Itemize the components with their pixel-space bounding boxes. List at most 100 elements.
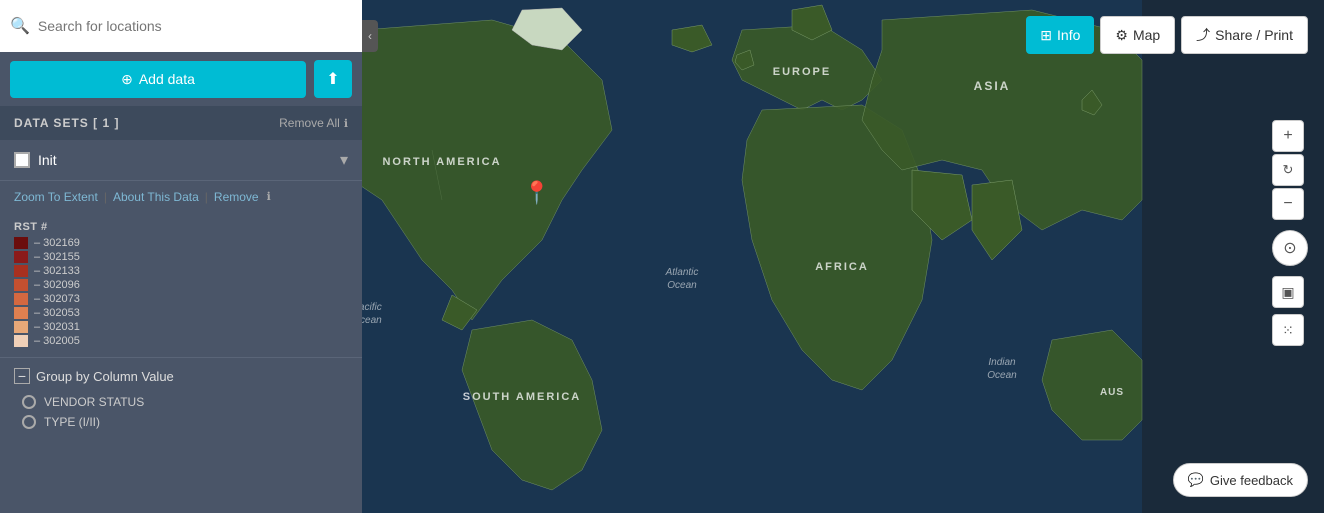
refresh-icon: ↻: [1283, 162, 1294, 178]
legend-items: – 302169 – 302155 – 302133 – 302096 – 30…: [14, 237, 348, 347]
map-controls: + ↻ − ⊙ ▣ ⁙: [1272, 120, 1308, 346]
layers-button[interactable]: ▣: [1272, 276, 1304, 308]
give-feedback-button[interactable]: 💬 Give feedback: [1173, 463, 1308, 497]
legend-swatch: [14, 321, 28, 333]
zoom-reset-button[interactable]: ↻: [1272, 154, 1304, 186]
legend-label: – 302031: [34, 321, 80, 333]
zoom-out-button[interactable]: −: [1272, 188, 1304, 220]
map-sliders-icon: ⚙: [1115, 27, 1128, 44]
legend-swatch: [14, 307, 28, 319]
upload-button[interactable]: ⬆: [314, 60, 352, 98]
plus-circle-icon: ⊕: [121, 71, 133, 88]
upload-icon: ⬆: [326, 69, 339, 89]
sidebar-scrollable[interactable]: Init ▾ Zoom To Extent | About This Data …: [0, 140, 362, 513]
info-button[interactable]: ⊞ Info: [1026, 16, 1094, 54]
give-feedback-label: Give feedback: [1210, 473, 1293, 488]
svg-text:EUROPE: EUROPE: [773, 66, 831, 78]
dataset-item: Init ▾: [0, 140, 362, 180]
remove-all-button[interactable]: Remove All ℹ: [279, 116, 348, 130]
my-location-button[interactable]: ⊙: [1272, 230, 1308, 266]
legend-label: – 302053: [34, 307, 80, 319]
add-data-label: Add data: [139, 71, 195, 87]
sidebar-collapse-button[interactable]: ‹: [362, 20, 378, 52]
legend-item: – 302096: [14, 279, 348, 291]
legend-item: – 302053: [14, 307, 348, 319]
legend-header: RST #: [14, 221, 348, 233]
svg-text:ASIA: ASIA: [974, 79, 1011, 93]
legend-label: – 302169: [34, 237, 80, 249]
sidebar: 🔍 ‹ ⊕ Add data ⬆ DATA SETS [ 1 ] Remove …: [0, 0, 362, 513]
svg-text:AUS: AUS: [1100, 387, 1124, 398]
legend-label: – 302005: [34, 335, 80, 347]
legend-label: – 302096: [34, 279, 80, 291]
map-label: Map: [1133, 27, 1160, 43]
svg-text:Atlantic: Atlantic: [665, 267, 699, 278]
legend-swatch: [14, 279, 28, 291]
group-by-header[interactable]: − Group by Column Value: [14, 368, 348, 384]
group-by-expand-icon: −: [14, 368, 30, 384]
search-icon: 🔍: [10, 16, 30, 36]
add-data-button[interactable]: ⊕ Add data: [10, 61, 306, 98]
legend-label: – 302073: [34, 293, 80, 305]
group-option-label: TYPE (I/II): [44, 415, 100, 429]
about-this-data-button[interactable]: About This Data: [107, 187, 205, 207]
legend-swatch: [14, 293, 28, 305]
group-options: VENDOR STATUS TYPE (I/II): [14, 392, 348, 432]
legend-container: RST # – 302169 – 302155 – 302133 – 30209…: [0, 213, 362, 357]
search-input[interactable]: [38, 18, 352, 34]
zoom-to-extent-button[interactable]: Zoom To Extent: [14, 187, 104, 207]
zoom-out-icon: −: [1283, 195, 1292, 213]
settings-dots-icon: ⁙: [1282, 322, 1294, 339]
radio-button[interactable]: [22, 395, 36, 409]
group-option-label: VENDOR STATUS: [44, 395, 144, 409]
legend-label: – 302155: [34, 251, 80, 263]
group-by-option[interactable]: VENDOR STATUS: [14, 392, 348, 412]
legend-item: – 302155: [14, 251, 348, 263]
radio-button[interactable]: [22, 415, 36, 429]
svg-text:Indian: Indian: [988, 357, 1016, 368]
info-circle-icon: ℹ: [344, 117, 348, 130]
dataset-expand-icon[interactable]: ▾: [340, 150, 348, 170]
dataset-name: Init: [38, 152, 340, 168]
crosshair-icon: ⊙: [1283, 238, 1296, 258]
svg-text:SOUTH AMERICA: SOUTH AMERICA: [463, 391, 581, 403]
legend-swatch: [14, 251, 28, 263]
zoom-in-icon: +: [1283, 127, 1292, 145]
dataset-checkbox[interactable]: [14, 152, 30, 168]
legend-label: – 302133: [34, 265, 80, 277]
add-data-row: ⊕ Add data ⬆: [0, 52, 362, 106]
legend-item: – 302073: [14, 293, 348, 305]
svg-text:Ocean: Ocean: [987, 370, 1017, 381]
remove-dataset-button[interactable]: Remove: [208, 187, 265, 207]
legend-swatch: [14, 265, 28, 277]
legend-item: – 302005: [14, 335, 348, 347]
share-label: Share / Print: [1215, 27, 1293, 43]
legend-swatch: [14, 335, 28, 347]
group-by-option[interactable]: TYPE (I/II): [14, 412, 348, 432]
remove-info-icon: ℹ: [267, 187, 271, 207]
datasets-header: DATA SETS [ 1 ] Remove All ℹ: [0, 106, 362, 140]
top-right-buttons: ⊞ Info ⚙ Map ⤴ Share / Print: [1026, 16, 1308, 54]
zoom-in-button[interactable]: +: [1272, 120, 1304, 152]
search-bar: 🔍: [0, 0, 362, 52]
svg-text:NORTH AMERICA: NORTH AMERICA: [382, 156, 501, 168]
legend-item: – 302169: [14, 237, 348, 249]
settings-button[interactable]: ⁙: [1272, 314, 1304, 346]
legend-item: – 302133: [14, 265, 348, 277]
map-button[interactable]: ⚙ Map: [1100, 16, 1175, 54]
group-by-label: Group by Column Value: [36, 369, 174, 384]
share-icon: ⤴: [1196, 25, 1210, 45]
legend-swatch: [14, 237, 28, 249]
svg-text:AFRICA: AFRICA: [815, 261, 869, 273]
svg-text:📍: 📍: [523, 180, 550, 205]
layers-icon: ▣: [1281, 284, 1294, 301]
group-by-section: − Group by Column Value VENDOR STATUS TY…: [0, 357, 362, 442]
datasets-title: DATA SETS [ 1 ]: [14, 116, 119, 130]
svg-text:Ocean: Ocean: [667, 280, 697, 291]
legend-item: – 302031: [14, 321, 348, 333]
share-print-button[interactable]: ⤴ Share / Print: [1181, 16, 1308, 54]
dataset-actions: Zoom To Extent | About This Data | Remov…: [0, 180, 362, 213]
chat-bubble-icon: 💬: [1188, 472, 1204, 488]
info-label: Info: [1057, 27, 1080, 43]
info-grid-icon: ⊞: [1040, 27, 1052, 44]
